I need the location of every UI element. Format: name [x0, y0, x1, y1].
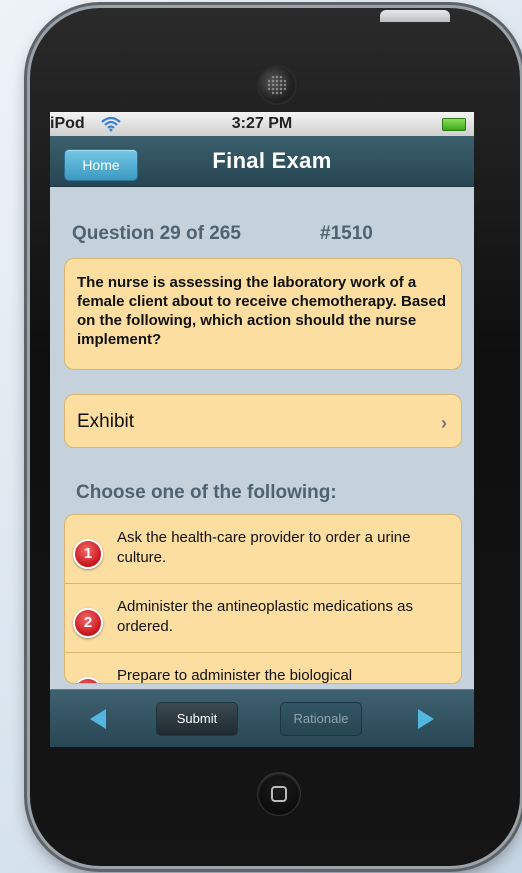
power-button [380, 10, 450, 22]
choice-text: Ask the health-care provider to order a … [117, 529, 411, 566]
navigation-bar: Home Final Exam [50, 136, 474, 187]
question-progress: Question 29 of 265 [72, 223, 241, 244]
status-bar: iPod 3:27 PM [50, 112, 474, 136]
question-card: The nurse is assessing the laboratory wo… [64, 258, 462, 370]
home-square-icon [271, 786, 287, 802]
exhibit-row[interactable]: Exhibit › [64, 394, 462, 448]
app-screen: iPod 3:27 PM Home Final Exam Question 29… [50, 112, 474, 747]
status-time: 3:27 PM [231, 115, 293, 132]
question-text: The nurse is assessing the laboratory wo… [77, 274, 447, 348]
question-id: #1510 [320, 223, 373, 244]
submit-button[interactable]: Submit [156, 702, 238, 736]
answer-choice-2[interactable]: 2 Administer the antineoplastic medicati… [65, 584, 461, 653]
choice-number-badge: 2 [73, 608, 103, 638]
next-arrow-icon[interactable] [418, 709, 434, 729]
choice-text: Administer the antineoplastic medication… [117, 598, 413, 635]
exhibit-label: Exhibit [77, 411, 135, 432]
speaker-icon [259, 67, 295, 103]
choice-text: Prepare to administer the biological [117, 667, 353, 684]
answer-choice-1[interactable]: 1 Ask the health-care provider to order … [65, 515, 461, 584]
chevron-right-icon: › [441, 413, 447, 433]
previous-arrow-icon[interactable] [90, 709, 106, 729]
choice-number-badge: 3 [73, 677, 103, 683]
speaker-grill [267, 75, 287, 95]
rationale-button[interactable]: Rationale [280, 702, 362, 736]
answer-choice-3[interactable]: 3 Prepare to administer the biological [65, 653, 461, 684]
battery-icon [442, 118, 466, 131]
choice-number-badge: 1 [73, 539, 103, 569]
answer-choices-list: 1 Ask the health-care provider to order … [64, 514, 462, 684]
bottom-toolbar: Submit Rationale [50, 689, 474, 747]
page-title: Final Exam [212, 148, 332, 173]
device-home-button[interactable] [258, 773, 300, 815]
choices-heading: Choose one of the following: [76, 482, 337, 503]
